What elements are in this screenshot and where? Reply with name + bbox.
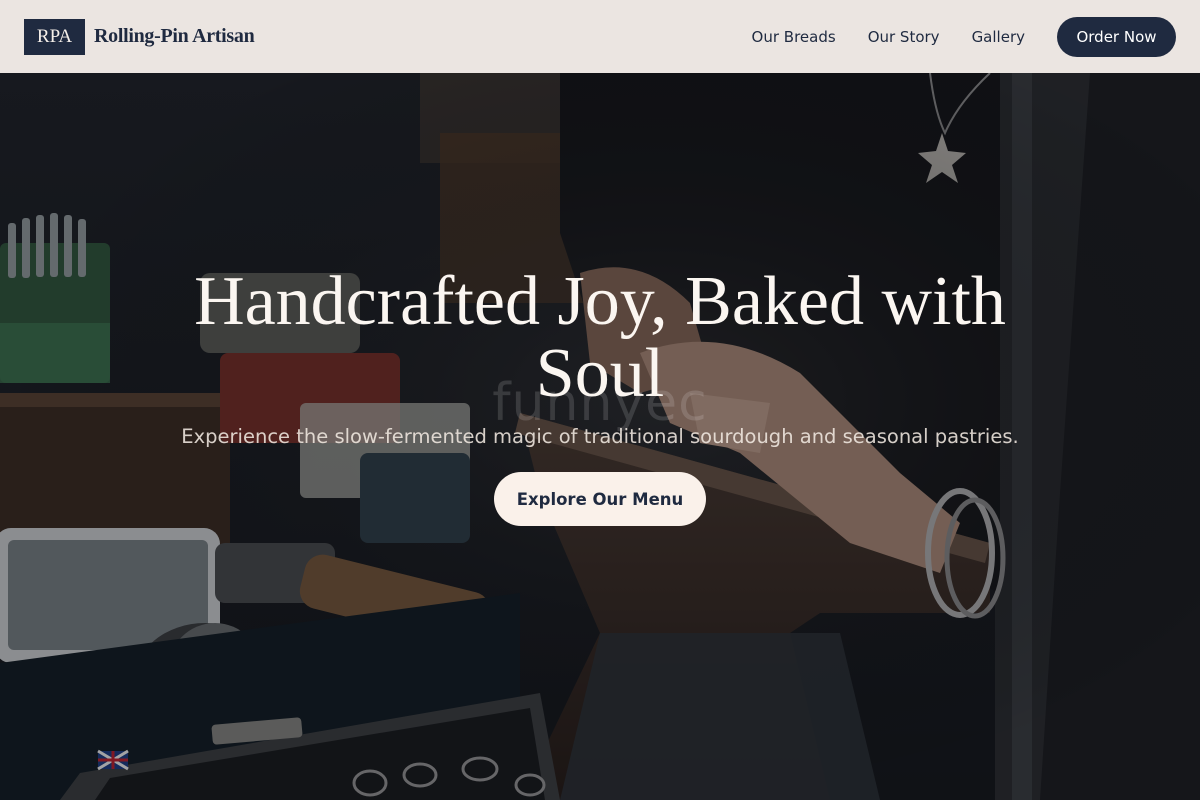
- hero-title: Handcrafted Joy, Baked with Soul: [194, 263, 1006, 412]
- hero-section: funnyec Handcrafted Joy, Baked with Soul…: [0, 73, 1200, 800]
- hero-subtitle: Experience the slow-fermented magic of t…: [181, 425, 1019, 448]
- order-now-button[interactable]: Order Now: [1057, 16, 1176, 57]
- nav-link-our-breads[interactable]: Our Breads: [752, 28, 836, 46]
- explore-menu-button[interactable]: Explore Our Menu: [494, 472, 706, 526]
- site-header: RPA Rolling-Pin Artisan Our Breads Our S…: [0, 0, 1200, 73]
- brand-name[interactable]: Rolling-Pin Artisan: [94, 25, 255, 48]
- logo[interactable]: RPA: [24, 18, 85, 55]
- nav-link-gallery[interactable]: Gallery: [972, 28, 1025, 46]
- main-nav: Our Breads Our Story Gallery Order Now: [752, 16, 1176, 57]
- hero-content: Handcrafted Joy, Baked with Soul Experie…: [0, 266, 1200, 526]
- logo-text: RPA: [36, 25, 73, 47]
- nav-link-our-story[interactable]: Our Story: [868, 28, 940, 46]
